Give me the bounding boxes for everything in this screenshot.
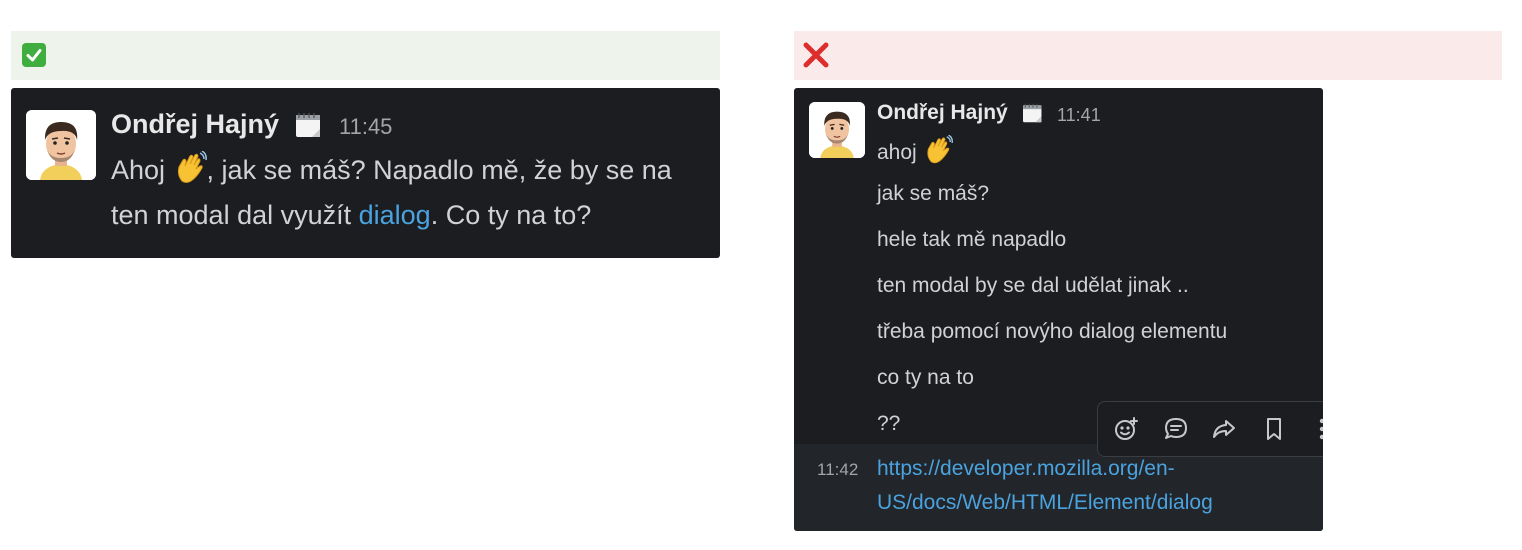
message-actions-toolbar (1097, 401, 1323, 457)
avatar[interactable] (809, 102, 865, 158)
message-line: ?? (877, 412, 901, 435)
message-line: jak se máš? (877, 182, 990, 205)
good-example-message: Ondřej Hajný 11:45 Ahoj , jak se máš? Na… (11, 88, 720, 258)
message-line: třeba pomocí novýho dialog elementu (877, 320, 1228, 343)
author-name[interactable]: Ondřej Hajný (111, 109, 279, 140)
reply-in-thread-icon[interactable] (1162, 415, 1190, 443)
dialog-link[interactable]: dialog (359, 200, 431, 230)
mdn-dialog-link[interactable]: https://developer.mozilla.org/en-US/docs… (877, 452, 1297, 520)
bookmark-icon[interactable] (1260, 415, 1288, 443)
message-text: Ahoj , jak se máš? Napadlo mě, že by se … (111, 148, 711, 238)
add-reaction-icon[interactable] (1112, 415, 1140, 443)
bad-example-message: Ondřej Hajný 11:41 ahoj jak se máš? hele… (794, 88, 1323, 531)
followup-timestamp[interactable]: 11:42 (817, 460, 858, 480)
waving-hand-icon (177, 151, 207, 183)
message-timestamp[interactable]: 11:45 (339, 114, 392, 140)
message-timestamp[interactable]: 11:41 (1057, 105, 1101, 126)
more-actions-icon[interactable] (1308, 415, 1323, 443)
calendar-icon (296, 113, 320, 137)
check-mark-icon (22, 43, 46, 67)
message-line: ahoj (877, 135, 953, 165)
good-example-banner (11, 31, 720, 80)
bad-example-banner (794, 31, 1502, 80)
message-line-text: ahoj (877, 141, 917, 164)
message-line: co ty na to (877, 366, 974, 389)
message-line: hele tak mě napadlo (877, 228, 1067, 251)
message-line: ten modal by se dal udělat jinak .. (877, 274, 1189, 297)
avatar[interactable] (26, 110, 96, 180)
calendar-icon (1023, 103, 1042, 123)
author-name[interactable]: Ondřej Hajný (877, 101, 1008, 125)
waving-hand-icon (926, 135, 953, 164)
cross-mark-icon (803, 42, 829, 68)
message-text-start: Ahoj (111, 155, 173, 185)
message-text-end: . Co ty na to? (430, 200, 592, 230)
share-icon[interactable] (1210, 415, 1238, 443)
